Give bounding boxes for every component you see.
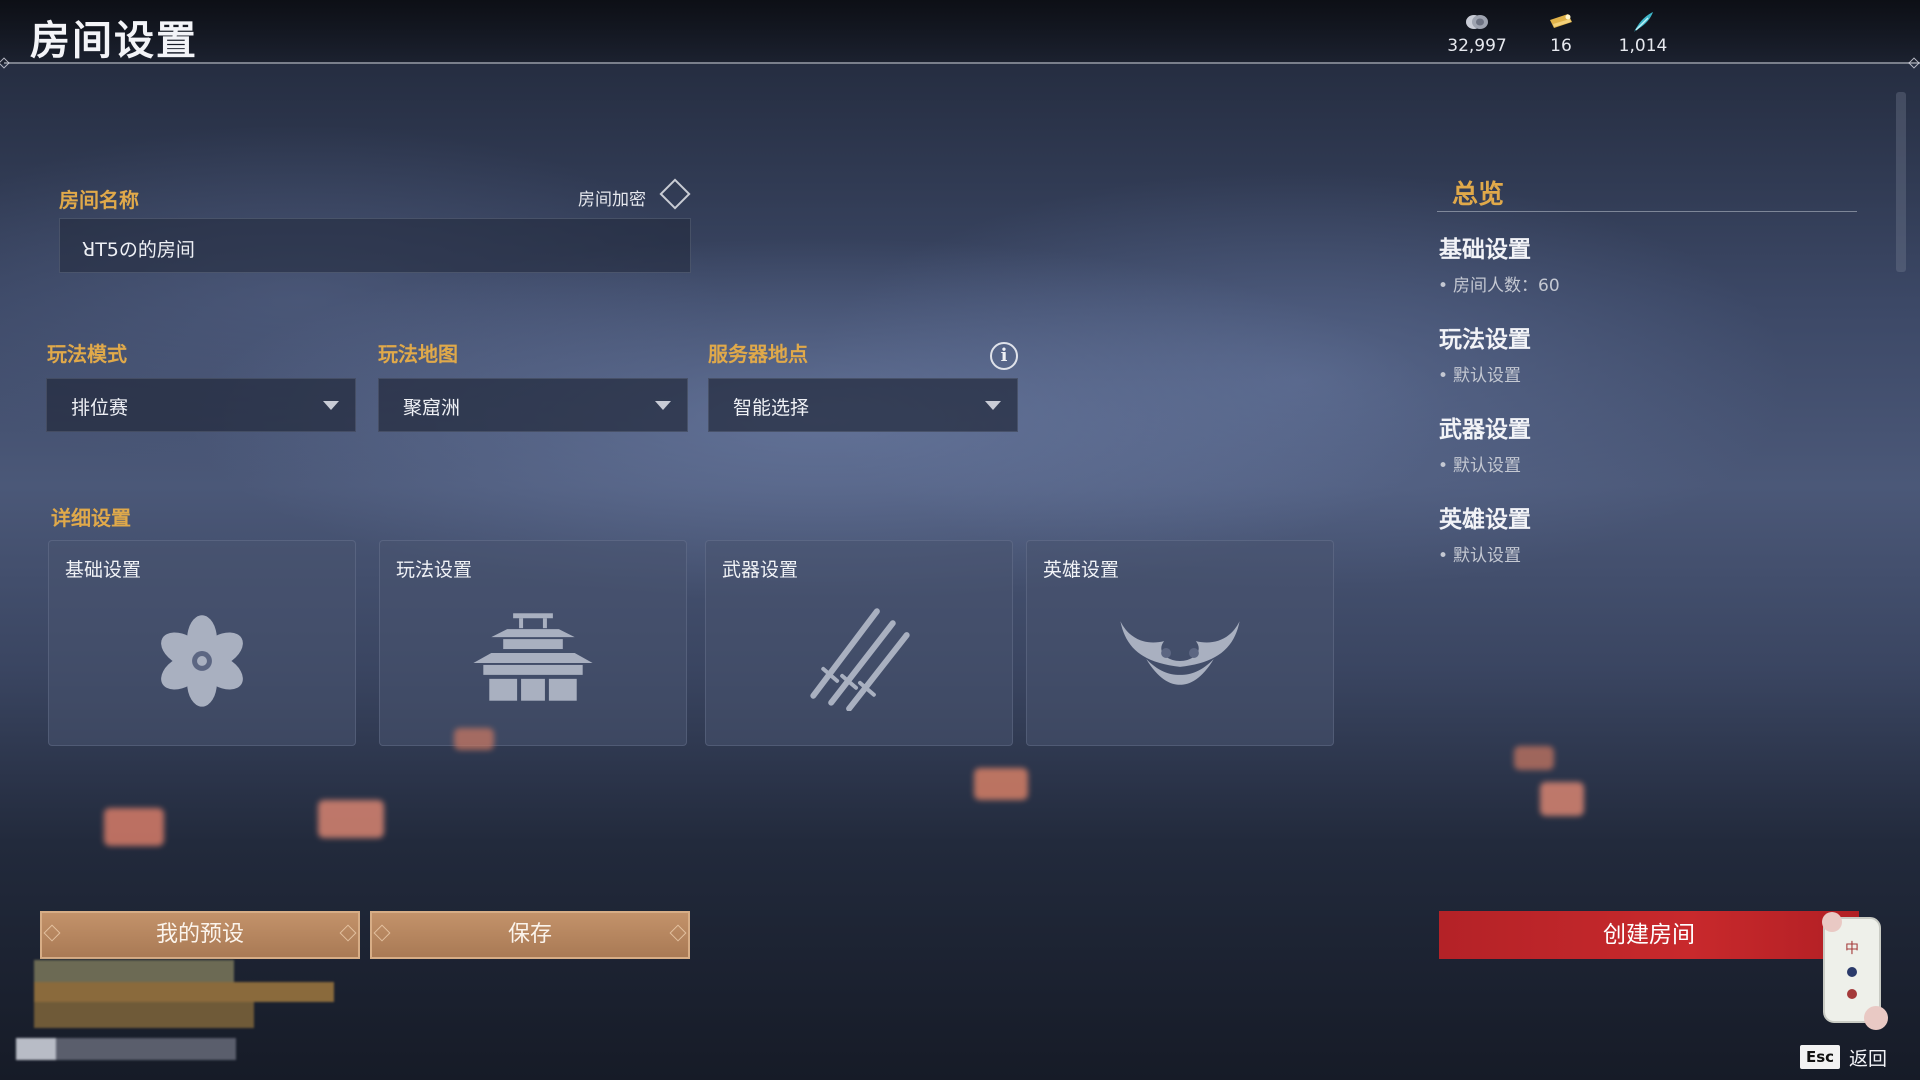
save-button[interactable]: 保存: [370, 911, 690, 959]
server-select-value: 智能选择: [733, 397, 810, 419]
overview-weapon-item: 默认设置: [1438, 451, 1521, 476]
overview-basic-item: 房间人数：60: [1438, 271, 1560, 296]
overview-basic-title: 基础设置: [1439, 237, 1531, 263]
card-hero-title: 英雄设置: [1043, 559, 1120, 581]
lantern-light: [1540, 782, 1584, 816]
coin-stack-icon: [1466, 15, 1488, 29]
lantern-light: [318, 800, 384, 838]
esc-key-hint[interactable]: Esc: [1800, 1045, 1840, 1069]
create-room-button[interactable]: 创建房间: [1439, 911, 1859, 959]
button-ornament: [373, 924, 391, 942]
overview-hero-item: 默认设置: [1438, 541, 1521, 566]
chevron-down-icon: [323, 401, 339, 410]
currency-feathers-value: 1,014: [1618, 36, 1668, 56]
card-gameplay-settings[interactable]: 玩法设置: [379, 540, 687, 746]
currency-tickets-value: 16: [1550, 36, 1572, 56]
overview-divider: [1437, 211, 1857, 212]
my-presets-label: 我的预设: [155, 922, 244, 947]
currency-tickets: 16: [1516, 10, 1606, 56]
chevron-down-icon: [985, 401, 1001, 410]
room-encrypt-toggle[interactable]: [659, 178, 691, 210]
lantern-light: [1514, 746, 1554, 770]
server-select[interactable]: 智能选择: [708, 378, 1018, 432]
overview-title: 总览: [1452, 180, 1505, 210]
button-ornament: [339, 924, 357, 942]
room-name-label: 房间名称: [59, 188, 139, 212]
mode-label: 玩法模式: [47, 342, 127, 366]
overview-hero-title: 英雄设置: [1439, 507, 1531, 533]
mode-select[interactable]: 排位赛: [46, 378, 356, 432]
player-info-censored: [16, 960, 336, 1078]
room-name-value: ꓤT5の的房间: [82, 239, 195, 261]
my-presets-button[interactable]: 我的预设: [40, 911, 360, 959]
ticket-icon: [1550, 14, 1572, 28]
map-select-value: 聚窟洲: [403, 397, 461, 419]
card-basic-settings[interactable]: 基础设置: [48, 540, 356, 746]
card-hero-settings[interactable]: 英雄设置: [1026, 540, 1334, 746]
scrollbar[interactable]: [1896, 92, 1906, 272]
temple-icon: [473, 613, 593, 701]
button-ornament: [669, 924, 687, 942]
header-divider: [4, 62, 1920, 64]
save-label: 保存: [507, 922, 552, 947]
currency-feathers: 1,014: [1598, 10, 1688, 56]
lantern-light: [974, 768, 1028, 800]
lantern-light: [104, 808, 164, 846]
currency-coins: 32,997: [1432, 10, 1522, 56]
currency-coins-value: 32,997: [1447, 36, 1507, 56]
map-label: 玩法地图: [378, 342, 458, 366]
create-room-label: 创建房间: [1603, 922, 1695, 948]
server-label: 服务器地点: [708, 342, 808, 366]
demon-mask-icon: [1120, 621, 1240, 685]
chevron-down-icon: [655, 401, 671, 410]
card-gameplay-title: 玩法设置: [396, 559, 473, 581]
button-ornament: [43, 924, 61, 942]
map-select[interactable]: 聚窟洲: [378, 378, 688, 432]
overview-gameplay-item: 默认设置: [1438, 361, 1521, 386]
card-weapon-title: 武器设置: [722, 559, 799, 581]
page-title: 房间设置: [30, 18, 198, 64]
overview-gameplay-title: 玩法设置: [1439, 327, 1531, 353]
overview-weapon-title: 武器设置: [1439, 417, 1531, 443]
feather-icon: [1634, 12, 1653, 32]
card-weapon-settings[interactable]: 武器设置: [705, 540, 1013, 746]
details-label: 详细设置: [51, 506, 131, 530]
back-label[interactable]: 返回: [1849, 1044, 1887, 1071]
card-basic-title: 基础设置: [65, 559, 142, 581]
mode-select-value: 排位赛: [71, 397, 129, 419]
room-encrypt-label: 房间加密: [578, 190, 646, 210]
info-icon[interactable]: i: [990, 342, 1018, 370]
charm-ornament-icon: 中: [1822, 912, 1888, 1030]
swords-icon: [810, 608, 910, 711]
lantern-light: [454, 728, 494, 750]
svg-text:中: 中: [1845, 941, 1859, 957]
flower-icon: [161, 615, 243, 707]
